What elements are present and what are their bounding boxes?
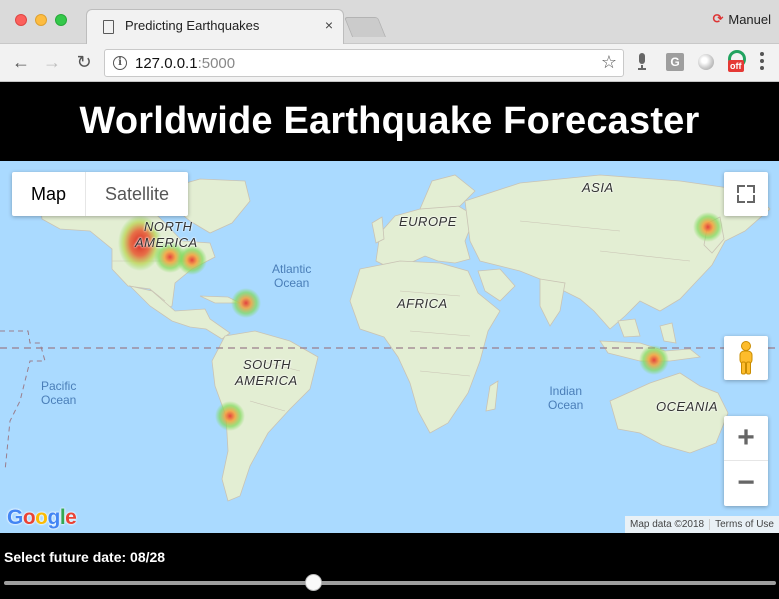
address-bar[interactable]: i 127.0.0.1:5000 ☆ [104, 49, 624, 77]
label-south-america-1: SOUTH [243, 357, 291, 372]
bookmark-star-icon[interactable]: ☆ [601, 52, 617, 73]
label-pacific-line1: Pacific [41, 379, 77, 393]
maximize-window-button[interactable] [55, 14, 67, 26]
label-atlantic-ocean: Atlantic Ocean [272, 262, 311, 290]
map-type-control: Map Satellite [12, 172, 189, 216]
label-pacific-line2: Ocean [41, 393, 77, 407]
fullscreen-button[interactable] [724, 172, 768, 216]
page-header: Worldwide Earthquake Forecaster [0, 82, 779, 161]
profile-button[interactable]: ⟳ Manuel [712, 11, 771, 27]
map-data-text: Map data ©2018 [630, 519, 705, 530]
heat-spot-caribbean [231, 288, 261, 318]
map-type-map-button[interactable]: Map [12, 172, 87, 216]
google-logo[interactable]: Google [7, 506, 77, 530]
date-label: Select future date: 08/28 [4, 549, 166, 565]
slider-track[interactable] [4, 581, 776, 585]
document-icon [103, 20, 114, 34]
close-window-button[interactable] [15, 14, 27, 26]
label-atlantic-line2: Ocean [274, 276, 310, 290]
sync-error-icon: ⟳ [712, 11, 724, 26]
extension-circle-icon[interactable] [698, 54, 714, 70]
map-canvas [0, 174, 779, 502]
label-south-america-2: AMERICA [235, 373, 298, 388]
extension-off-label: off [728, 60, 744, 72]
browser-menu-icon[interactable] [760, 52, 764, 73]
date-panel: Select future date: 08/28 [0, 533, 779, 599]
url-host: 127.0.0.1 [135, 55, 198, 72]
label-pacific-ocean: Pacific Ocean [41, 379, 76, 407]
url-port: :5000 [197, 55, 236, 72]
browser-titlebar: Predicting Earthquakes × ⟳ Manuel [0, 0, 779, 44]
url-text: 127.0.0.1:5000 [135, 55, 235, 72]
label-atlantic-line1: Atlantic [272, 262, 312, 276]
world-map[interactable]: NORTH AMERICA SOUTH AMERICA EUROPE ASIA … [0, 161, 779, 533]
browser-toolbar: ← → ↻ i 127.0.0.1:5000 ☆ G off [0, 44, 779, 82]
label-north-america-1: NORTH [144, 219, 193, 234]
label-indian-ocean: Indian Ocean [548, 384, 583, 412]
label-north-america-2: AMERICA [135, 235, 198, 250]
date-slider[interactable] [4, 574, 776, 592]
tab-title: Predicting Earthquakes [125, 18, 260, 33]
zoom-out-button[interactable]: − [724, 461, 768, 506]
date-line [0, 330, 46, 472]
slider-thumb[interactable] [304, 574, 322, 591]
profile-name: Manuel [728, 11, 771, 27]
label-europe: EUROPE [399, 214, 457, 229]
map-attribution: Map data ©2018 Terms of Use [625, 516, 779, 533]
label-indian-line1: Indian [549, 384, 583, 398]
back-arrow-icon[interactable]: ← [9, 49, 33, 75]
label-oceania: OCEANIA [656, 399, 719, 414]
extension-off-icon[interactable]: off [726, 50, 748, 74]
browser-tab[interactable]: Predicting Earthquakes × [86, 9, 344, 44]
pegman-icon [739, 341, 753, 375]
minimize-window-button[interactable] [35, 14, 47, 26]
map-type-satellite-button[interactable]: Satellite [86, 172, 188, 216]
extension-g-icon[interactable]: G [666, 53, 684, 71]
label-indian-line2: Ocean [548, 398, 584, 412]
info-icon[interactable]: i [113, 56, 127, 70]
label-asia: ASIA [582, 180, 614, 195]
new-tab-button[interactable] [343, 17, 387, 37]
microphone-icon[interactable] [637, 53, 647, 70]
tab-close-icon[interactable]: × [325, 17, 333, 33]
heat-spot-indonesia [639, 345, 669, 375]
zoom-control: + − [724, 416, 768, 506]
label-africa: AFRICA [397, 296, 448, 311]
reload-icon[interactable]: ↻ [72, 49, 96, 75]
street-view-pegman[interactable] [724, 336, 768, 380]
zoom-in-button[interactable]: + [724, 416, 768, 461]
terms-of-use-link[interactable]: Terms of Use [709, 519, 779, 530]
page-title: Worldwide Earthquake Forecaster [79, 100, 700, 142]
forward-arrow-icon[interactable]: → [40, 49, 64, 75]
heat-spot-japan [693, 212, 723, 242]
heat-spot-chile [215, 401, 245, 431]
